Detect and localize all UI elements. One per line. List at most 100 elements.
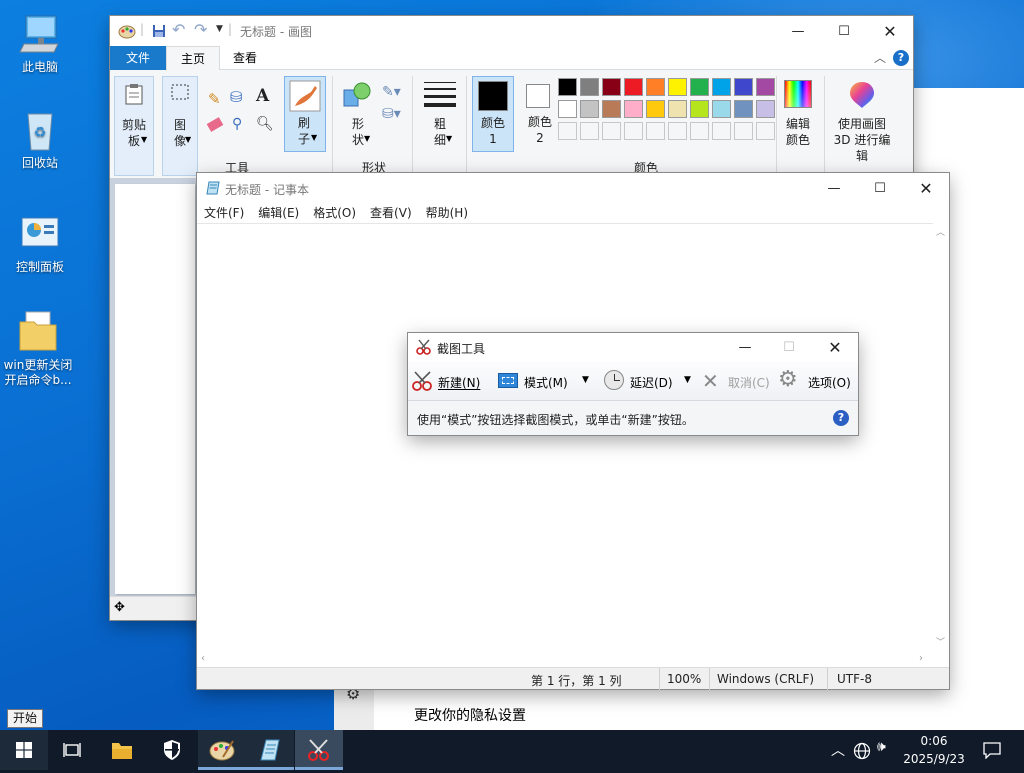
start-button[interactable] bbox=[0, 730, 48, 770]
notepad-vertical-scrollbar[interactable]: ︿ ﹀ bbox=[933, 223, 949, 653]
desktop-icon-folder[interactable]: win更新关闭开启命令b... bbox=[0, 310, 76, 388]
redo-icon[interactable]: ↷ bbox=[194, 20, 207, 39]
tab-view[interactable]: 查看 bbox=[222, 46, 268, 70]
snip-close-button[interactable]: ✕ bbox=[812, 333, 858, 361]
taskbar-notepad[interactable] bbox=[246, 730, 294, 770]
save-icon[interactable] bbox=[152, 24, 166, 38]
desktop-icon-this-pc[interactable]: 此电脑 bbox=[2, 12, 78, 75]
quick-access-dropdown-icon[interactable]: ▼ bbox=[216, 24, 223, 34]
paint-close-button[interactable]: ✕ bbox=[867, 16, 913, 46]
fill-icon[interactable]: ⛁ bbox=[230, 88, 243, 106]
volume-icon[interactable]: 🕪︎ bbox=[877, 739, 886, 755]
tab-file[interactable]: 文件 bbox=[110, 46, 166, 70]
snip-cancel-button[interactable]: ✕ 取消(C) bbox=[702, 369, 772, 393]
snip-maximize-button[interactable]: ☐ bbox=[766, 333, 812, 361]
windows-logo-icon bbox=[16, 742, 32, 758]
color-swatch[interactable] bbox=[712, 100, 731, 118]
desktop-icon-recycle-bin[interactable]: ♻ 回收站 bbox=[2, 108, 78, 171]
task-view-button[interactable] bbox=[48, 730, 96, 770]
snip-delay-button[interactable]: 延迟(D) ▼ bbox=[602, 369, 694, 393]
undo-icon[interactable]: ↶ bbox=[172, 20, 185, 39]
empty-color-swatch[interactable] bbox=[580, 122, 599, 140]
shape-fill-icon[interactable]: ⛁▾ bbox=[382, 106, 401, 122]
color-swatch[interactable] bbox=[668, 78, 687, 96]
empty-color-swatch[interactable] bbox=[624, 122, 643, 140]
color-swatch[interactable] bbox=[756, 78, 775, 96]
shapes-button[interactable]: 形状 ▼ bbox=[338, 76, 378, 160]
text-icon[interactable]: A bbox=[256, 86, 269, 106]
taskbar-paint[interactable] bbox=[198, 730, 246, 770]
color2-button[interactable]: 颜色 2 bbox=[520, 76, 560, 152]
taskbar-file-explorer[interactable] bbox=[98, 730, 146, 770]
empty-color-swatch[interactable] bbox=[756, 122, 775, 140]
notepad-title: 无标题 - 记事本 bbox=[225, 183, 309, 197]
delay-dropdown-icon[interactable]: ▼ bbox=[684, 375, 691, 385]
empty-color-swatch[interactable] bbox=[668, 122, 687, 140]
color-swatch[interactable] bbox=[646, 78, 665, 96]
color-swatch[interactable] bbox=[734, 100, 753, 118]
notepad-minimize-button[interactable]: — bbox=[811, 173, 857, 203]
magnifier-icon[interactable]: 🔍︎ bbox=[256, 116, 274, 132]
color-swatch[interactable] bbox=[558, 78, 577, 96]
ribbon-collapse-icon[interactable]: ︿ bbox=[874, 49, 886, 66]
menu-format[interactable]: 格式(O) bbox=[313, 206, 356, 220]
empty-color-swatch[interactable] bbox=[734, 122, 753, 140]
brush-button[interactable]: 刷子 ▼ bbox=[284, 76, 326, 152]
notepad-horizontal-scrollbar[interactable]: ‹ › bbox=[197, 653, 933, 667]
snip-minimize-button[interactable]: — bbox=[722, 333, 768, 361]
empty-color-swatch[interactable] bbox=[602, 122, 621, 140]
notepad-close-button[interactable]: ✕ bbox=[903, 173, 949, 203]
color-swatch[interactable] bbox=[668, 100, 687, 118]
color-swatch[interactable] bbox=[624, 100, 643, 118]
paint3d-button[interactable]: 使用画图 3D 进行编辑 bbox=[828, 76, 896, 163]
size-button[interactable]: 粗细 ▼ bbox=[420, 76, 460, 160]
color-swatch[interactable] bbox=[712, 78, 731, 96]
color-swatch[interactable] bbox=[734, 78, 753, 96]
snip-mode-button[interactable]: 模式(M) ▼ bbox=[498, 369, 592, 393]
color-swatch[interactable] bbox=[580, 100, 599, 118]
color-swatch[interactable] bbox=[624, 78, 643, 96]
menu-view[interactable]: 查看(V) bbox=[370, 206, 412, 220]
clipboard-button[interactable]: 剪贴板 ▼ bbox=[114, 76, 154, 176]
network-icon[interactable] bbox=[853, 742, 871, 760]
empty-color-swatch[interactable] bbox=[558, 122, 577, 140]
notepad-maximize-button[interactable]: ☐ bbox=[857, 173, 903, 203]
outline-icon[interactable]: ✎▾ bbox=[382, 84, 401, 100]
notification-icon[interactable] bbox=[983, 741, 1001, 759]
paint-minimize-button[interactable]: — bbox=[775, 16, 821, 46]
color-swatch[interactable] bbox=[580, 78, 599, 96]
eraser-icon[interactable] bbox=[206, 117, 224, 132]
clock[interactable]: 0:06 2025/9/23 bbox=[896, 732, 972, 770]
menu-file[interactable]: 文件(F) bbox=[204, 206, 244, 220]
snip-options-button[interactable]: ⚙ 选项(O) bbox=[778, 367, 854, 393]
color-swatch[interactable] bbox=[756, 100, 775, 118]
image-button[interactable]: 图像 ▼ bbox=[162, 76, 198, 176]
snip-help-icon[interactable]: ? bbox=[833, 410, 849, 426]
help-icon[interactable]: ? bbox=[893, 50, 909, 66]
menu-edit[interactable]: 编辑(E) bbox=[258, 206, 299, 220]
color-picker-icon[interactable]: ⚲ bbox=[232, 116, 242, 132]
color-swatch[interactable] bbox=[646, 100, 665, 118]
pencil-icon[interactable]: ✎ bbox=[208, 90, 221, 108]
color1-button[interactable]: 颜色 1 bbox=[472, 76, 514, 152]
paint-canvas[interactable] bbox=[115, 184, 195, 594]
empty-color-swatch[interactable] bbox=[712, 122, 731, 140]
desktop-icon-control-panel[interactable]: 控制面板 bbox=[2, 212, 78, 275]
snipping-taskbar-icon bbox=[308, 739, 329, 761]
edit-colors-button[interactable]: 编辑颜色 bbox=[780, 76, 820, 160]
color-swatch[interactable] bbox=[602, 100, 621, 118]
empty-color-swatch[interactable] bbox=[690, 122, 709, 140]
mode-dropdown-icon[interactable]: ▼ bbox=[582, 375, 589, 385]
notepad-text-area[interactable] bbox=[197, 223, 933, 653]
color-swatch[interactable] bbox=[558, 100, 577, 118]
taskbar-security[interactable] bbox=[148, 730, 196, 770]
color-swatch[interactable] bbox=[690, 100, 709, 118]
paint-maximize-button[interactable]: ☐ bbox=[821, 16, 867, 46]
tray-expand-icon[interactable]: ︿ bbox=[831, 740, 845, 760]
menu-help[interactable]: 帮助(H) bbox=[426, 206, 468, 220]
color-swatch[interactable] bbox=[602, 78, 621, 96]
empty-color-swatch[interactable] bbox=[646, 122, 665, 140]
taskbar-snipping-tool[interactable] bbox=[295, 730, 343, 770]
color-swatch[interactable] bbox=[690, 78, 709, 96]
tab-home[interactable]: 主页 bbox=[166, 46, 220, 71]
